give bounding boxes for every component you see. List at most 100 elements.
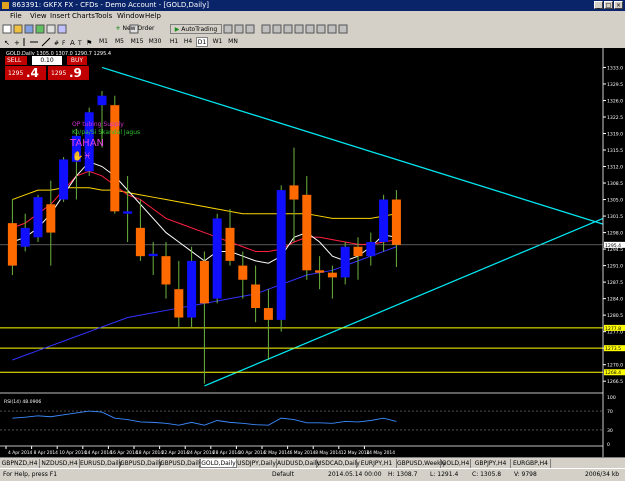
chart-tab[interactable]: GBPUSD,Weekly bbox=[397, 459, 446, 468]
new-order-button[interactable]: + New Order bbox=[110, 24, 160, 34]
price-tick-label: 1287.5 bbox=[607, 280, 623, 286]
chart-tab[interactable]: GBPUSD,Daily bbox=[120, 459, 162, 468]
menu-charts[interactable]: Charts bbox=[72, 12, 95, 20]
new-order-icon: + bbox=[115, 25, 121, 32]
minimize-button[interactable]: _ bbox=[594, 1, 603, 9]
price-tick-label: 1322.5 bbox=[607, 115, 623, 121]
menu-insert[interactable]: Insert bbox=[50, 12, 70, 20]
tf-w1[interactable]: W1 bbox=[211, 37, 224, 47]
autotrading-button[interactable]: ▶ AutoTrading bbox=[170, 24, 222, 34]
candle-body bbox=[391, 199, 401, 245]
price-tick-label: 1319.0 bbox=[607, 131, 623, 137]
price-tick-label: 1329.5 bbox=[607, 82, 623, 88]
sell-price-big: .4 bbox=[26, 66, 39, 80]
tf-mn[interactable]: MN bbox=[226, 37, 240, 47]
price-tick-label: 1301.5 bbox=[607, 214, 623, 220]
chart-tab[interactable]: USDJPY,Daily bbox=[237, 459, 277, 468]
candle-body bbox=[263, 308, 273, 320]
menu-help[interactable]: Help bbox=[145, 12, 161, 20]
chart-tab[interactable]: USDCAD,Daily bbox=[317, 459, 360, 468]
chart-shift-icon bbox=[305, 24, 315, 34]
status-high: H: 1308.7 bbox=[388, 471, 418, 478]
chart-tab[interactable]: GBPNZD,H4 bbox=[0, 459, 40, 468]
buy-button[interactable]: BUY bbox=[67, 56, 87, 65]
trendlines[interactable] bbox=[101, 66, 604, 387]
candle-body bbox=[340, 246, 350, 278]
candle-body bbox=[123, 211, 133, 214]
horizontal-levels[interactable] bbox=[0, 244, 603, 373]
tf-m15[interactable]: M15 bbox=[129, 37, 145, 47]
price-tick-label: 1298.0 bbox=[607, 231, 623, 237]
fibo-icon: F bbox=[62, 40, 66, 47]
rsi-subwindow: RSI(14) 48.0906 100 70 30 0 bbox=[0, 395, 616, 448]
menu-view[interactable]: View bbox=[30, 12, 47, 20]
menu-tools[interactable]: Tools bbox=[95, 12, 112, 20]
tf-m30[interactable]: M30 bbox=[147, 37, 163, 47]
rsi-scale-label: 30 bbox=[607, 428, 613, 434]
periods-icon bbox=[327, 24, 337, 34]
chart-tab[interactable]: NZDUSD,H4 bbox=[40, 459, 80, 468]
indicators-icon bbox=[316, 24, 326, 34]
price-tick-label: 1280.5 bbox=[607, 313, 623, 319]
sell-price-box[interactable]: 1295 .4 bbox=[5, 66, 46, 80]
candle-body bbox=[327, 272, 337, 278]
buy-price-box[interactable]: 1295 .9 bbox=[48, 66, 89, 80]
buy-price-big: .9 bbox=[69, 66, 82, 80]
rsi-scale-label: 0 bbox=[607, 442, 610, 448]
menu-window[interactable]: Window bbox=[117, 12, 145, 20]
date-label: 22 Apr 2014 bbox=[162, 450, 189, 456]
tf-m1[interactable]: M1 bbox=[97, 37, 110, 47]
rsi-line bbox=[12, 410, 397, 426]
status-datetime: 2014.05.14 00:00 bbox=[328, 471, 382, 478]
date-label: 8 Apr 2014 bbox=[34, 450, 59, 456]
chart-window[interactable]: GOLD,Daily 1305.0 1307.0 1290.7 1295.4 1… bbox=[0, 48, 625, 457]
new-order-label: New Order bbox=[122, 25, 155, 32]
menu-bar: File View Insert Charts Tools Window Hel… bbox=[0, 11, 625, 22]
sell-button[interactable]: SELL bbox=[5, 56, 27, 65]
status-profile: Default bbox=[272, 471, 294, 478]
menu-file[interactable]: File bbox=[10, 12, 22, 20]
chart-tab[interactable]: GOLD,H4 bbox=[441, 459, 471, 468]
tf-m5[interactable]: M5 bbox=[113, 37, 126, 47]
autotrading-icon: ▶ bbox=[174, 26, 180, 33]
candle-body bbox=[251, 284, 261, 309]
tf-d1[interactable]: D1 bbox=[196, 37, 208, 47]
arrow-tool-icon: ⚑ bbox=[86, 39, 92, 47]
line-chart-icon bbox=[245, 24, 255, 34]
price-tick-label: 1305.0 bbox=[607, 198, 623, 204]
candle-body bbox=[353, 246, 363, 257]
candle-body bbox=[379, 199, 389, 243]
candle-body bbox=[20, 227, 30, 247]
tf-h1[interactable]: H1 bbox=[168, 37, 180, 47]
candle-body bbox=[161, 256, 171, 285]
maximize-button[interactable]: □ bbox=[604, 1, 613, 9]
candle-body bbox=[97, 95, 107, 106]
close-button[interactable]: × bbox=[614, 1, 623, 9]
chart-tab[interactable]: GBPJPY,H4 bbox=[471, 459, 511, 468]
candle-body bbox=[148, 253, 158, 257]
price-tick-label: 1326.0 bbox=[607, 98, 623, 104]
zoom-out-icon bbox=[272, 24, 282, 34]
candle-body bbox=[59, 159, 69, 200]
annotation-line1: OP tubing Supply bbox=[72, 121, 124, 128]
tf-h4[interactable]: H4 bbox=[182, 37, 194, 47]
rsi-label: RSI(14) 48.0906 bbox=[4, 399, 41, 405]
status-volume: V: 9798 bbox=[514, 471, 537, 478]
chart-tab[interactable]: GOLD,Daily bbox=[200, 459, 237, 468]
channel-icon: # bbox=[54, 40, 59, 47]
candle-body bbox=[238, 265, 248, 280]
chart-tab[interactable]: AUDUSD,Daily bbox=[277, 459, 320, 468]
templates-icon bbox=[338, 24, 348, 34]
chart-tab[interactable]: EURUSD,Daily bbox=[80, 459, 122, 468]
rsi-scale-label: 100 bbox=[607, 395, 616, 401]
price-tag-label: 1295.4 bbox=[605, 243, 621, 249]
price-chart[interactable]: GOLD,Daily 1305.0 1307.0 1290.7 1295.4 1… bbox=[0, 48, 625, 457]
status-help: For Help, press F1 bbox=[3, 471, 58, 478]
lot-size-input[interactable]: 0.10 bbox=[32, 56, 62, 65]
status-close: C: 1305.8 bbox=[472, 471, 502, 478]
hand-icon: ✋♓ bbox=[72, 150, 91, 162]
chart-tab[interactable]: EURJPY,H1 bbox=[357, 459, 397, 468]
date-axis: 4 Apr 2014 8 Apr 2014 10 Apr 201414 Apr 20… bbox=[0, 392, 603, 456]
chart-tab[interactable]: GBPUSD,Daily bbox=[160, 459, 202, 468]
chart-tab[interactable]: EURGBP,H4 bbox=[511, 459, 551, 468]
